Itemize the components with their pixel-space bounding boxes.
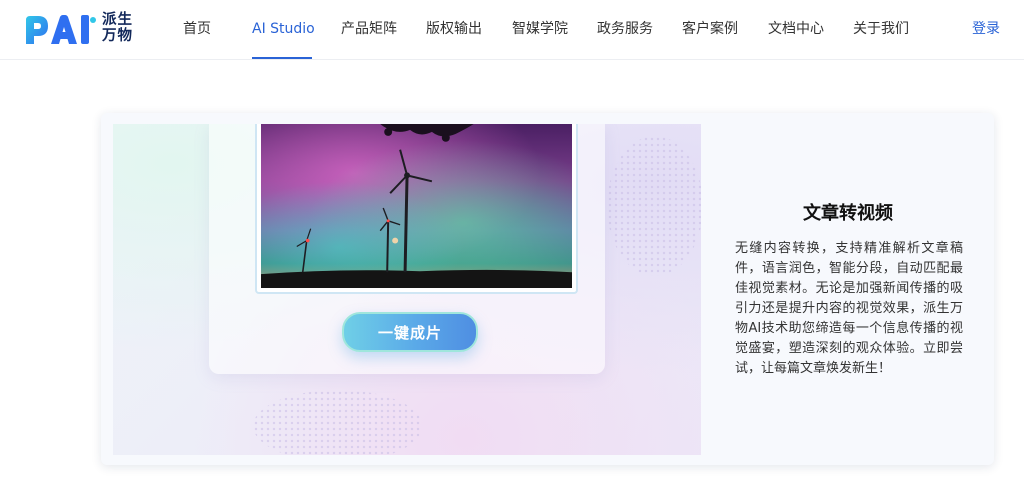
aurora-wind-turbine-image bbox=[261, 124, 572, 288]
login-link[interactable]: 登录 bbox=[972, 0, 1000, 59]
nav-item-media-academy[interactable]: 智媒学院 bbox=[512, 0, 568, 59]
nav-item-about-us[interactable]: 关于我们 bbox=[853, 0, 909, 59]
dot-pattern-decoration bbox=[253, 390, 423, 455]
one-click-generate-button[interactable]: 一键成片 bbox=[342, 312, 478, 352]
brand-name-line-2: 万物 bbox=[102, 28, 133, 44]
feature-title: 文章转视频 bbox=[803, 203, 893, 224]
preview-image-frame bbox=[255, 124, 578, 294]
dot-pattern-decoration bbox=[607, 136, 701, 276]
pai-logo-icon bbox=[26, 15, 96, 44]
brand-name-line-1: 派生 bbox=[102, 12, 133, 28]
feature-description: 无缝内容转换，支持精准解析文章稿件，语言润色，智能分段，自动匹配最佳视觉素材。无… bbox=[735, 241, 963, 376]
brand-name: 派生 万物 bbox=[102, 12, 142, 44]
feature-visual: 一键成片 bbox=[113, 124, 701, 455]
nav-item-ai-studio[interactable]: AI Studio bbox=[252, 0, 315, 59]
top-nav-bar: 派生 万物 首页 AI Studio 产品矩阵 版权输出 智媒学院 政务服务 客… bbox=[0, 0, 1024, 60]
nav-item-government-services[interactable]: 政务服务 bbox=[597, 0, 653, 59]
nav-item-copyright-output[interactable]: 版权输出 bbox=[426, 0, 482, 59]
nav-item-customer-cases[interactable]: 客户案例 bbox=[682, 0, 738, 59]
nav-item-docs-center[interactable]: 文档中心 bbox=[768, 0, 824, 59]
nav-item-product-matrix[interactable]: 产品矩阵 bbox=[341, 0, 397, 59]
nav-item-home[interactable]: 首页 bbox=[183, 0, 211, 59]
feature-card: 一键成片 文章转视频 无缝内容转换，支持精准解析文章稿件，语言润色，智能分段，自… bbox=[101, 113, 994, 465]
